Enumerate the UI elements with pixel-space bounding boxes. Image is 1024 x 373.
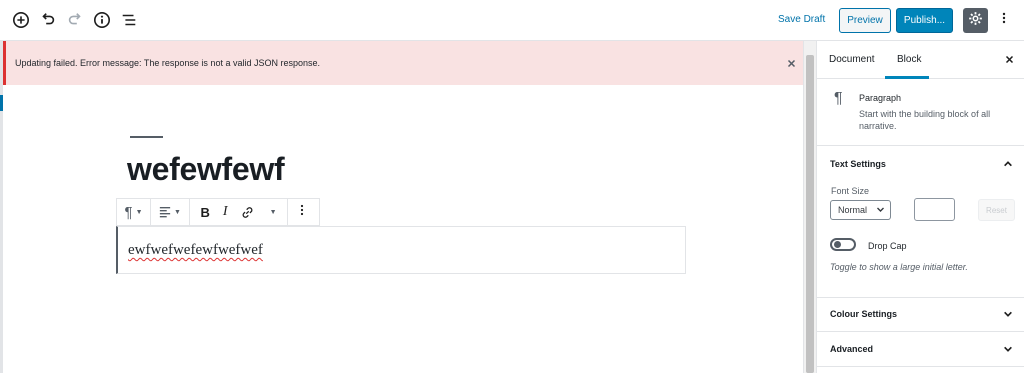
bold-icon[interactable]: B [201, 199, 210, 225]
drop-cap-help: Toggle to show a large initial letter. [830, 262, 968, 272]
tab-block[interactable]: Block [897, 54, 921, 65]
block-card-title: Paragraph [859, 93, 902, 103]
block-type-switcher[interactable]: ¶ ▼ [117, 199, 151, 225]
close-icon[interactable] [784, 56, 798, 70]
save-draft-link[interactable]: Save Draft [778, 14, 825, 25]
info-icon[interactable] [92, 10, 112, 30]
error-notice: Updating failed. Error message: The resp… [3, 41, 803, 85]
paragraph-icon: ¶ [834, 90, 843, 107]
editor-scrollbar[interactable] [803, 41, 816, 373]
text-settings-title[interactable]: Text Settings [830, 159, 886, 169]
custom-font-size-input[interactable] [914, 198, 955, 221]
error-notice-message: Updating failed. Error message: The resp… [15, 58, 320, 68]
title-separator [130, 136, 163, 138]
add-block-icon[interactable] [11, 10, 31, 30]
italic-icon[interactable]: I [223, 199, 228, 225]
chevron-down-icon [876, 205, 885, 216]
chevron-down-icon[interactable] [1002, 308, 1014, 320]
font-size-select[interactable]: Normal [830, 200, 891, 220]
more-vertical-icon [300, 203, 304, 222]
reset-button[interactable]: Reset [978, 199, 1015, 221]
align-left-icon [159, 199, 171, 225]
outline-icon[interactable] [119, 10, 139, 30]
settings-sidebar: Document Block ¶ Paragraph Start with th… [816, 41, 1024, 373]
align-dropdown[interactable]: ▼ [151, 199, 190, 225]
paragraph-icon: ¶ [124, 203, 133, 221]
more-menu-button[interactable] [996, 10, 1012, 30]
post-title[interactable]: wefewfewf [127, 151, 285, 188]
redo-icon[interactable] [65, 10, 85, 30]
font-size-label: Font Size [831, 186, 870, 196]
chevron-down-icon: ▼ [174, 208, 181, 216]
tab-document[interactable]: Document [829, 54, 875, 65]
advanced-panel[interactable]: Advanced [817, 332, 1024, 367]
settings-button[interactable] [963, 8, 988, 33]
undo-icon[interactable] [38, 10, 58, 30]
drop-cap-toggle[interactable] [830, 238, 856, 251]
paragraph-block[interactable]: ewfwefwefewfwefwef [116, 226, 686, 274]
link-icon[interactable] [241, 199, 254, 225]
editor-canvas: Updating failed. Error message: The resp… [0, 41, 816, 373]
scrollbar-thumb[interactable] [806, 55, 814, 373]
close-icon[interactable] [1003, 53, 1015, 65]
left-edge-indicator [0, 95, 3, 111]
block-card: ¶ Paragraph Start with the building bloc… [817, 79, 1024, 146]
chevron-up-icon[interactable] [1002, 158, 1014, 170]
colour-settings-panel[interactable]: Colour Settings [817, 298, 1024, 332]
block-more-options[interactable] [288, 199, 315, 225]
sidebar-tabs: Document Block [817, 41, 1024, 79]
chevron-down-icon[interactable]: ▼ [270, 209, 277, 216]
editor-header: Save Draft Preview Publish... [0, 0, 1024, 41]
format-group: B I ▼ [190, 199, 288, 225]
colour-settings-title[interactable]: Colour Settings [830, 309, 897, 319]
more-vertical-icon [1002, 11, 1006, 30]
preview-button[interactable]: Preview [839, 8, 891, 33]
chevron-down-icon[interactable] [1002, 343, 1014, 355]
gear-icon [968, 11, 983, 31]
advanced-title[interactable]: Advanced [830, 344, 873, 354]
chevron-down-icon: ▼ [135, 208, 143, 216]
paragraph-text[interactable]: ewfwefwefewfwefwef [128, 242, 263, 259]
toggle-knob [834, 241, 841, 248]
font-size-select-value: Normal [838, 205, 868, 215]
left-edge-bar [0, 41, 3, 373]
drop-cap-label: Drop Cap [868, 241, 907, 251]
block-card-description: Start with the building block of all nar… [859, 109, 991, 131]
text-settings-panel: Text Settings [817, 146, 1024, 298]
block-toolbar: ¶ ▼ ▼ B I ▼ [116, 198, 320, 226]
publish-button[interactable]: Publish... [896, 8, 953, 33]
